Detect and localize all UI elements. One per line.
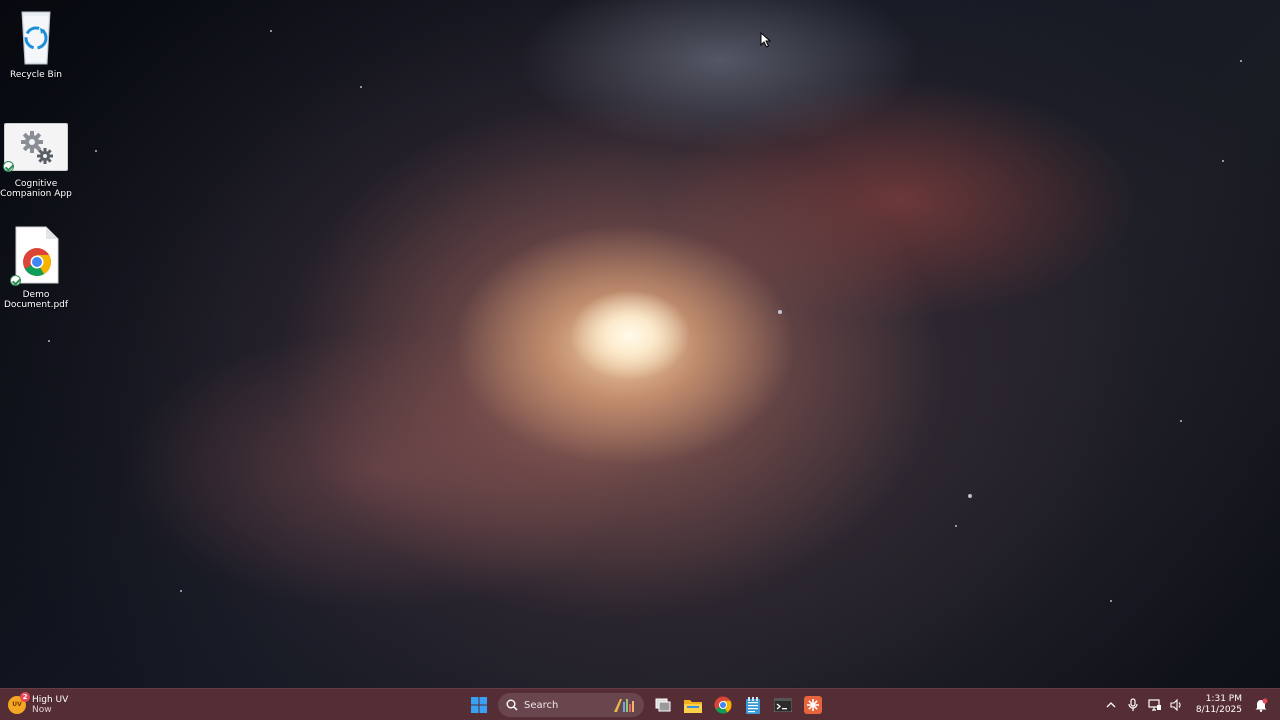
desktop-icon-recycle-bin[interactable]: Recycle Bin [0, 6, 72, 80]
task-view-button[interactable] [650, 692, 676, 718]
show-hidden-icons-button[interactable] [1102, 696, 1120, 714]
taskbar: UV 2 High UV Now Search 1:31 PM 8/11/202… [0, 688, 1280, 720]
weather-title: High UV [32, 695, 69, 705]
sync-check-icon [10, 275, 21, 286]
weather-widget[interactable]: UV 2 High UV Now [8, 692, 69, 717]
search-highlight-icon [614, 699, 634, 712]
taskbar-center: Search [466, 691, 826, 719]
volume-button[interactable] [1168, 696, 1186, 714]
chrome-button[interactable] [710, 692, 736, 718]
start-icon [471, 697, 487, 713]
desktop-icon-label: Cognitive Companion App [0, 179, 72, 199]
desktop-icon-demo-document[interactable]: Demo Document.pdf [0, 226, 72, 310]
chrome-pdf-icon [10, 226, 60, 286]
mouse-cursor-icon [760, 31, 772, 52]
uv-sun-icon: UV 2 [8, 692, 30, 714]
notification-badge: 2 [20, 692, 30, 702]
file-explorer-icon [684, 699, 702, 713]
volume-icon [1170, 699, 1181, 711]
search-placeholder: Search [524, 699, 559, 711]
task-view-icon [655, 698, 671, 712]
notification-bell-icon [1255, 698, 1268, 712]
network-button[interactable] [1146, 696, 1164, 714]
clock-button[interactable]: 1:31 PM 8/11/2025 [1190, 694, 1248, 716]
notepad-button[interactable] [740, 692, 766, 718]
search-icon [506, 699, 518, 711]
file-explorer-button[interactable] [680, 692, 706, 718]
recycle-bin-icon [12, 6, 60, 66]
clock-time: 1:31 PM [1205, 694, 1242, 704]
weather-subtitle: Now [32, 705, 52, 715]
chevron-up-icon [1106, 702, 1116, 708]
snipping-tool-icon [804, 696, 822, 714]
microphone-icon [1128, 698, 1138, 711]
snipping-tool-button[interactable] [800, 692, 826, 718]
notepad-icon [746, 696, 760, 714]
uv-icon-text: UV [12, 701, 22, 708]
terminal-icon [774, 698, 792, 712]
terminal-button[interactable] [770, 692, 796, 718]
notifications-button[interactable] [1252, 696, 1270, 714]
sync-check-icon [3, 161, 14, 172]
gear-icon [3, 123, 68, 172]
system-tray: 1:31 PM 8/11/2025 [1102, 691, 1270, 719]
network-icon [1148, 699, 1161, 711]
microphone-button[interactable] [1124, 696, 1142, 714]
desktop-icon-label: Demo Document.pdf [3, 290, 69, 310]
start-button[interactable] [466, 692, 492, 718]
chrome-icon [714, 696, 732, 714]
desktop-wallpaper [0, 0, 1280, 688]
taskbar-search[interactable]: Search [498, 693, 644, 717]
desktop-icon-label: Recycle Bin [10, 70, 62, 80]
clock-date: 8/11/2025 [1195, 705, 1242, 715]
desktop-icon-cognitive-companion-app[interactable]: Cognitive Companion App [0, 123, 72, 199]
